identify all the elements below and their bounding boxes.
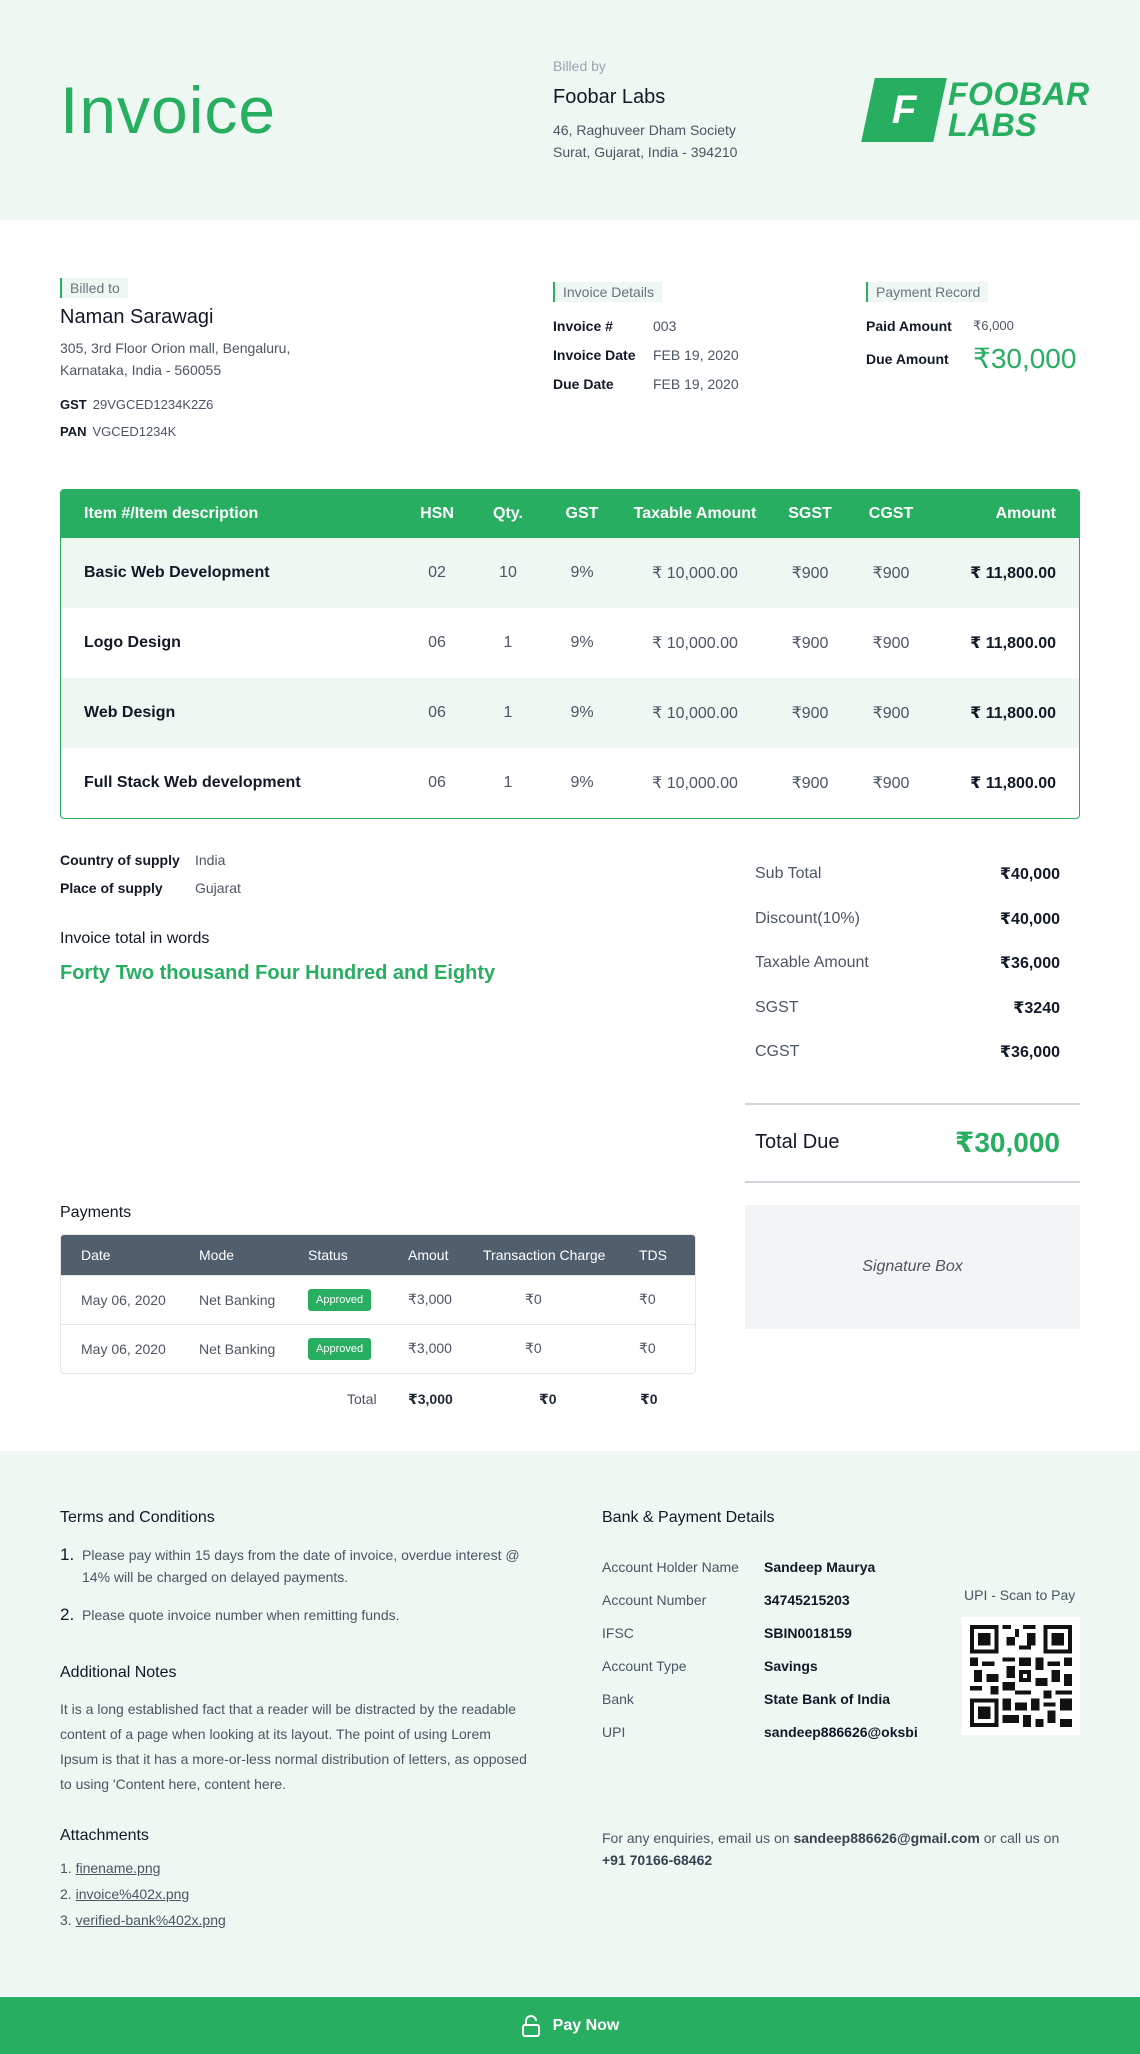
invoice-number: Invoice #003 xyxy=(553,318,677,334)
bank-row: IFSC SBIN0018159 xyxy=(602,1624,852,1641)
total-in-words: Forty Two thousand Four Hundred and Eigh… xyxy=(60,962,496,984)
bank-row: Account Number 34745215203 xyxy=(602,1591,850,1608)
payment-record-label: Payment Record xyxy=(866,282,989,302)
attachment-link[interactable]: verified-bank%402x.png xyxy=(76,1912,226,1928)
company-name: Foobar Labs xyxy=(553,86,666,108)
due-date: Due Date FEB 19, 2020 xyxy=(553,376,739,392)
cgst-row: CGST ₹36,000 xyxy=(755,1043,1060,1062)
taxable-row: Taxable Amount ₹36,000 xyxy=(755,954,1060,973)
table-row: May 06, 2020 Net Banking Approved ₹3,000 ₹… xyxy=(61,1274,695,1324)
supply-info: Country of supply India Place of supply Gu… xyxy=(60,852,241,908)
due-amount: Due Amount ₹30,000 xyxy=(866,343,1077,374)
signature-box: Signature Box xyxy=(745,1205,1080,1329)
payment-record: Payment Record Paid Amount ₹6,000 Due Amo… xyxy=(866,282,1076,375)
country-of-supply: Country of supply India xyxy=(60,852,226,868)
client-pan: PAN VGCED1234K xyxy=(60,424,177,439)
total-due: Total Due ₹30,000 xyxy=(745,1102,1080,1183)
payments-total-amount: ₹3,000 xyxy=(408,1391,453,1407)
bank-row: Bank State Bank of India xyxy=(602,1690,891,1707)
col-amount: Amount xyxy=(932,490,1079,538)
payments-total-label: Total xyxy=(347,1391,377,1407)
items-table: Item #/Item description HSN Qty. GST Tax… xyxy=(60,489,1080,819)
bank-details: Account Holder Name Sandeep Maurya Accoun… xyxy=(602,1550,918,1748)
company-logo: F FOOBAR LABS xyxy=(861,76,1090,143)
paid-amount: Paid Amount ₹6,000 xyxy=(866,318,1014,334)
pay-now-label: Pay Now xyxy=(552,2016,620,2034)
list-item: 1. finename.png xyxy=(60,1860,161,1876)
list-item: 3. verified-bank%402x.png xyxy=(60,1912,226,1928)
billed-by: Billed by Foobar Labs 46, Raghuveer Dham… xyxy=(553,58,737,163)
billed-to-label: Billed to xyxy=(60,278,128,298)
table-row: Basic Web Development 02 10 9% ₹ 10,000.00 ₹9… xyxy=(61,538,1079,608)
company-address-line2: Surat, Gujarat, India - 394210 xyxy=(553,144,738,160)
attachment-link[interactable]: invoice%402x.png xyxy=(76,1886,190,1902)
place-of-supply: Place of supply Gujarat xyxy=(60,880,241,896)
payments-header-row: Date Mode Status Amout Transaction Charg… xyxy=(61,1235,695,1275)
total-in-words-label: Invoice total in words xyxy=(60,930,210,947)
invoice-date: Invoice Date FEB 19, 2020 xyxy=(553,347,739,363)
attachment-link[interactable]: finename.png xyxy=(76,1860,161,1876)
billed-by-label: Billed by xyxy=(553,58,606,74)
list-item: 2. Please quote invoice number when remit… xyxy=(60,1605,400,1624)
lock-icon xyxy=(521,2014,540,2037)
table-row: Logo Design 06 1 9% ₹ 10,000.00 ₹900 ₹900 ₹ 11,… xyxy=(84,634,1056,652)
col-description: Item #/Item description xyxy=(61,490,402,538)
bank-row: UPI sandeep886626@oksbi xyxy=(602,1723,918,1740)
page-title: Invoice xyxy=(60,73,277,147)
table-row: Full Stack Web development 06 1 9% ₹ 10,000.… xyxy=(84,774,1056,792)
bank-row: Account Type Savings xyxy=(602,1657,818,1674)
qr-code-icon xyxy=(962,1617,1080,1735)
invoice-footer: Terms and Conditions 1. Please pay within… xyxy=(0,1451,1140,1996)
notes-text: It is a long established fact that a rea… xyxy=(60,1701,527,1792)
status-badge: Approved xyxy=(308,1288,372,1311)
terms-list: 1. Please pay within 15 days from the dat… xyxy=(60,1544,530,1642)
attachments-list: 1. finename.png 2. invoice%402x.png 3. v… xyxy=(60,1860,226,1938)
payments-label: Payments xyxy=(60,1204,132,1221)
table-row: May 06, 2020 Net Banking Approved ₹3,000 ₹… xyxy=(61,1323,695,1373)
enquiry-text: For any enquiries, email us on sandeep88… xyxy=(602,1830,1060,1868)
pay-now-button[interactable]: Pay Now xyxy=(0,1997,1140,2054)
invoice-details: Invoice Details Invoice #003 Invoice Dat… xyxy=(553,282,739,392)
col-cgst: CGST xyxy=(850,490,932,538)
logo-text: FOOBAR LABS xyxy=(948,76,1090,143)
col-taxable: Taxable Amount xyxy=(620,490,770,538)
status-badge: Approved xyxy=(308,1337,372,1360)
client-name: Naman Sarawagi xyxy=(60,306,214,328)
invoice-details-label: Invoice Details xyxy=(553,282,663,302)
sgst-row: SGST ₹3240 xyxy=(755,998,1060,1017)
enquiry-phone[interactable]: +91 70166-68462 xyxy=(602,1852,712,1868)
terms-title: Terms and Conditions xyxy=(60,1509,215,1526)
col-sgst: SGST xyxy=(770,490,850,538)
payments-total-tds: ₹0 xyxy=(640,1391,658,1407)
enquiry-email[interactable]: sandeep886626@gmail.com xyxy=(793,1830,979,1846)
col-gst: GST xyxy=(544,490,620,538)
discount-row: Discount(10%) ₹40,000 xyxy=(755,909,1060,928)
client-address: 305, 3rd Floor Orion mall, Bengaluru, Ka… xyxy=(60,340,291,378)
billed-to: Billed to Naman Sarawagi 305, 3rd Floor … xyxy=(60,278,290,439)
col-qty: Qty. xyxy=(472,490,544,538)
upi-label: UPI - Scan to Pay xyxy=(964,1587,1076,1603)
list-item: 2. invoice%402x.png xyxy=(60,1886,190,1902)
items-header-row: Item #/Item description HSN Qty. GST Tax… xyxy=(61,490,1079,538)
client-gst: GST 29VGCED1234K2Z6 xyxy=(60,397,214,412)
invoice-header: Invoice Billed by Foobar Labs 46, Raghuv… xyxy=(0,0,1140,220)
logo-mark-icon: F xyxy=(861,78,947,142)
company-address: 46, Raghuveer Dham Society Surat, Gujara… xyxy=(553,119,737,163)
payments-table: Date Mode Status Amout Transaction Charg… xyxy=(60,1234,696,1374)
table-row: Web Design 06 1 9% ₹ 10,000.00 ₹900 ₹900 ₹ 11,8… xyxy=(61,678,1079,748)
company-address-line1: 46, Raghuveer Dham Society xyxy=(553,122,736,138)
bank-title: Bank & Payment Details xyxy=(602,1509,775,1526)
subtotal-row: Sub Total ₹40,000 xyxy=(755,865,1060,884)
totals-summary: Sub Total ₹40,000 Discount(10%) ₹40,000 Ta… xyxy=(745,852,1080,1183)
payments-total-charge: ₹0 xyxy=(539,1391,557,1407)
bank-row: Account Holder Name Sandeep Maurya xyxy=(602,1558,876,1575)
attachments-title: Attachments xyxy=(60,1827,149,1844)
notes-title: Additional Notes xyxy=(60,1664,177,1681)
col-hsn: HSN xyxy=(402,490,472,538)
list-item: 1. Please pay within 15 days from the dat… xyxy=(60,1545,520,1585)
